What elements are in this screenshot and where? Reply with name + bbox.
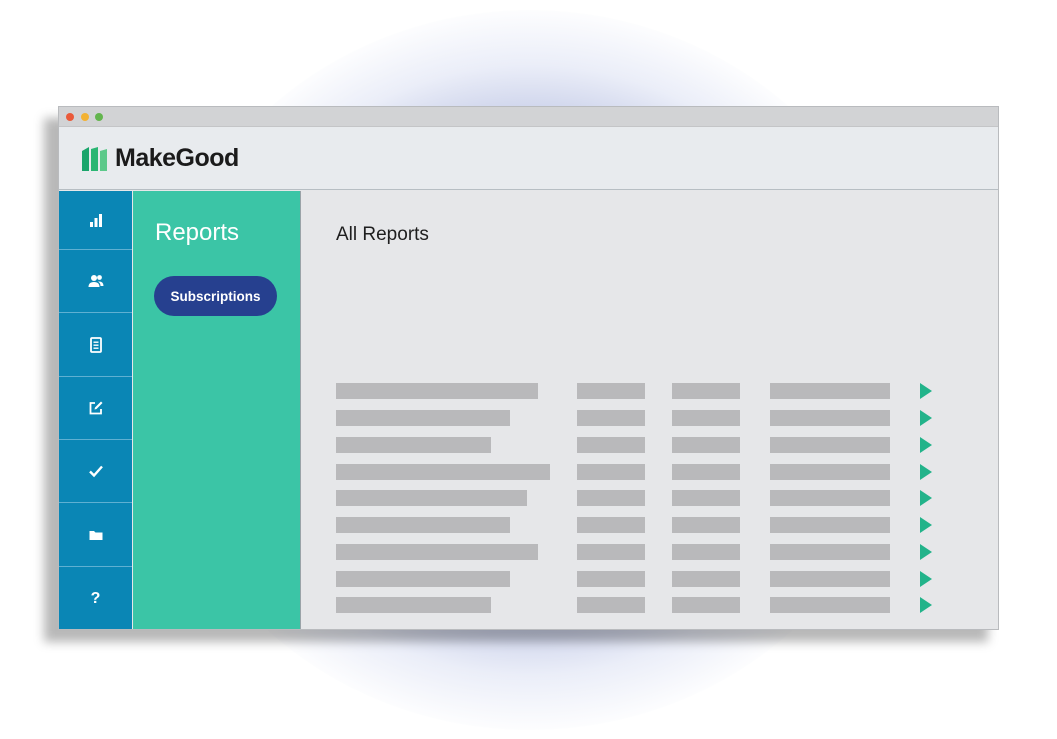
subnav-title: Reports: [155, 219, 240, 246]
reports-subnav: Reports Subscriptions: [133, 191, 301, 629]
report-cell-placeholder: [770, 437, 890, 453]
report-cell-placeholder: [672, 490, 740, 506]
users-icon: [88, 275, 103, 287]
report-cell-placeholder: [770, 410, 890, 426]
play-icon[interactable]: [920, 410, 932, 426]
report-cell-placeholder: [770, 544, 890, 560]
brand-name[interactable]: MakeGood: [115, 144, 239, 173]
maximize-window-dot[interactable]: [95, 113, 103, 121]
play-icon[interactable]: [920, 464, 932, 480]
nav-reports[interactable]: [59, 313, 132, 377]
nav-users[interactable]: [59, 250, 132, 313]
play-icon[interactable]: [920, 597, 932, 613]
play-icon[interactable]: [920, 490, 932, 506]
report-cell-placeholder: [672, 410, 740, 426]
makegood-logo-icon: [82, 147, 107, 171]
report-cell-placeholder: [672, 597, 740, 613]
report-cell-placeholder: [577, 517, 645, 533]
report-cell-placeholder: [577, 383, 645, 399]
report-row[interactable]: [302, 596, 998, 614]
bar-chart-icon: [89, 214, 102, 227]
nav-help[interactable]: ?: [59, 567, 132, 629]
report-cell-placeholder: [672, 517, 740, 533]
report-cell-placeholder: [577, 437, 645, 453]
nav-edit[interactable]: [59, 377, 132, 440]
report-name-placeholder: [336, 490, 527, 506]
checkmark-icon: [88, 465, 103, 478]
report-cell-placeholder: [770, 490, 890, 506]
report-cell-placeholder: [672, 437, 740, 453]
report-name-placeholder: [336, 464, 550, 480]
window-titlebar: [59, 107, 998, 127]
report-cell-placeholder: [577, 410, 645, 426]
report-row[interactable]: [302, 436, 998, 454]
report-cell-placeholder: [672, 571, 740, 587]
help-icon: ?: [90, 590, 101, 607]
report-cell-placeholder: [577, 571, 645, 587]
document-icon: [89, 336, 102, 353]
nav-analytics[interactable]: [59, 191, 132, 250]
main-content: All Reports: [302, 191, 998, 629]
subscriptions-button[interactable]: Subscriptions: [154, 276, 277, 316]
page-title: All Reports: [336, 224, 429, 245]
report-name-placeholder: [336, 544, 538, 560]
report-row[interactable]: [302, 489, 998, 507]
nav-files[interactable]: [59, 503, 132, 567]
report-name-placeholder: [336, 383, 538, 399]
report-row[interactable]: [302, 516, 998, 534]
app-window: MakeGood ? Reports Subscriptions All Rep…: [58, 106, 999, 630]
report-row[interactable]: [302, 463, 998, 481]
report-name-placeholder: [336, 571, 510, 587]
report-cell-placeholder: [770, 597, 890, 613]
play-icon[interactable]: [920, 544, 932, 560]
report-name-placeholder: [336, 437, 491, 453]
report-name-placeholder: [336, 410, 510, 426]
report-row[interactable]: [302, 409, 998, 427]
report-cell-placeholder: [577, 544, 645, 560]
close-window-dot[interactable]: [66, 113, 74, 121]
edit-icon: [89, 401, 102, 415]
report-name-placeholder: [336, 597, 491, 613]
folder-icon: [89, 530, 102, 540]
report-cell-placeholder: [577, 464, 645, 480]
play-icon[interactable]: [920, 437, 932, 453]
report-cell-placeholder: [770, 517, 890, 533]
report-cell-placeholder: [577, 597, 645, 613]
report-cell-placeholder: [577, 490, 645, 506]
minimize-window-dot[interactable]: [81, 113, 89, 121]
report-cell-placeholder: [770, 464, 890, 480]
app-header: MakeGood: [59, 127, 998, 190]
play-icon[interactable]: [920, 517, 932, 533]
report-cell-placeholder: [770, 383, 890, 399]
play-icon[interactable]: [920, 571, 932, 587]
report-row[interactable]: [302, 570, 998, 588]
report-cell-placeholder: [770, 571, 890, 587]
report-row[interactable]: [302, 382, 998, 400]
report-cell-placeholder: [672, 383, 740, 399]
report-cell-placeholder: [672, 544, 740, 560]
nav-tasks[interactable]: [59, 440, 132, 503]
report-name-placeholder: [336, 517, 510, 533]
report-cell-placeholder: [672, 464, 740, 480]
play-icon[interactable]: [920, 383, 932, 399]
report-row[interactable]: [302, 543, 998, 561]
icon-sidebar: ?: [59, 191, 132, 629]
